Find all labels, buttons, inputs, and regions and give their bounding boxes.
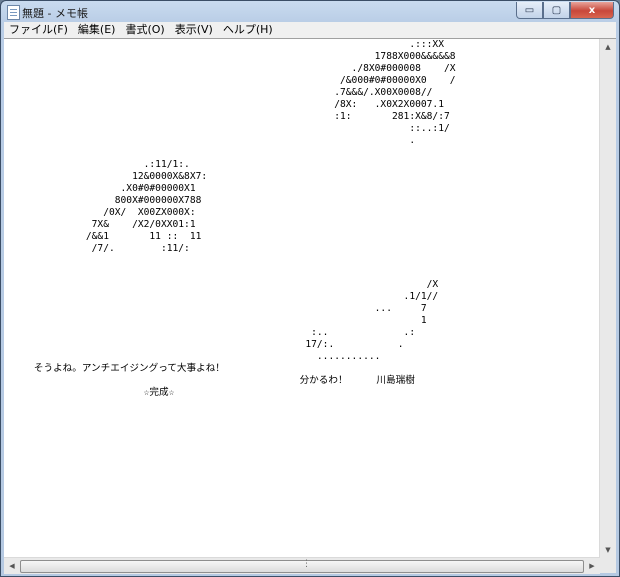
resize-grip-icon[interactable]: [600, 557, 616, 573]
text-line: 1: [5, 315, 427, 326]
text-line: ...........: [5, 351, 381, 362]
horizontal-scroll-thumb[interactable]: ⋮: [20, 559, 584, 573]
text-content[interactable]: .:::XX 1788X000&&&&&8 ./8X0#000008 /X /&…: [5, 39, 603, 558]
text-line: ./8X0#000008 /X: [5, 63, 456, 74]
menu-view[interactable]: 表示(V): [170, 22, 218, 38]
text-line: .:11/1:.: [5, 159, 190, 170]
menu-format[interactable]: 書式(O): [120, 22, 169, 38]
text-line: .: [5, 135, 416, 146]
horizontal-scrollbar[interactable]: ◀ ⋮ ▶: [4, 557, 600, 574]
text-line: [5, 267, 603, 279]
scroll-right-icon[interactable]: ▶: [584, 558, 600, 574]
text-line: 7X& /X2/0XX01:1: [5, 219, 196, 230]
text-line: :.. .:: [5, 327, 416, 338]
menu-file[interactable]: ファイル(F): [4, 22, 73, 38]
menu-help[interactable]: ヘルプ(H): [218, 22, 278, 38]
window-title: 無題 - メモ帳: [22, 7, 88, 20]
scroll-down-icon[interactable]: ▼: [600, 542, 616, 558]
text-line: /7/. :11/:: [5, 243, 190, 254]
text-line: /&000#0#00000X0 /: [5, 75, 456, 86]
text-line: [5, 147, 603, 159]
caption-buttons: ▭ ▢ x: [516, 2, 614, 19]
text-line: [5, 255, 603, 267]
text-line: /0X/ X00ZX000X:: [5, 207, 196, 218]
text-line: 12&0000X&8X7:: [5, 171, 208, 182]
text-line: ::..:1/: [5, 123, 450, 134]
text-line: /X: [5, 279, 439, 290]
menu-edit[interactable]: 編集(E): [73, 22, 121, 38]
text-line: :1: 281:X&8/:7: [5, 111, 450, 122]
close-button[interactable]: x: [570, 2, 614, 19]
text-line: 800X#000000X788: [5, 195, 202, 206]
text-line: .:::XX: [5, 39, 444, 50]
menu-bar: ファイル(F) 編集(E) 書式(O) 表示(V) ヘルプ(H): [4, 22, 616, 38]
text-line: .1/1//: [5, 291, 439, 302]
notepad-icon[interactable]: [7, 5, 20, 20]
maximize-icon: ▢: [551, 4, 562, 16]
text-line: ... 7: [5, 303, 427, 314]
thumb-grip-icon: ⋮: [302, 559, 311, 569]
title-bar[interactable]: 無題 - メモ帳 ▭ ▢ x: [1, 1, 619, 23]
text-editor[interactable]: .:::XX 1788X000&&&&&8 ./8X0#000008 /X /&…: [4, 38, 616, 558]
text-line: .7&&&/.X00X0008//: [5, 87, 433, 98]
text-line: 分かるわ！ 川島瑞樹: [5, 375, 415, 386]
text-line: 17/:. .: [5, 339, 404, 350]
text-line: /8X: .X0X2X0007.1: [5, 99, 444, 110]
text-line: /&&1 11 :: 11: [5, 231, 202, 242]
scroll-up-icon[interactable]: ▲: [600, 39, 616, 55]
vertical-scrollbar[interactable]: ▲ ▼: [599, 39, 616, 558]
minimize-icon: ▭: [524, 4, 535, 16]
close-icon: x: [588, 4, 596, 16]
minimize-button[interactable]: ▭: [516, 2, 543, 19]
text-line: 1788X000&&&&&8: [5, 51, 456, 62]
scroll-left-icon[interactable]: ◀: [4, 558, 20, 574]
notepad-window: 無題 - メモ帳 ▭ ▢ x ファイル(F) 編集(E) 書式(O) 表示(V)…: [0, 0, 620, 577]
text-line: ☆完成☆: [5, 387, 175, 398]
text-line: そうよね。アンチエイジングって大事よね！: [5, 363, 225, 374]
maximize-button[interactable]: ▢: [543, 2, 570, 19]
text-line: .X0#0#00000X1: [5, 183, 196, 194]
